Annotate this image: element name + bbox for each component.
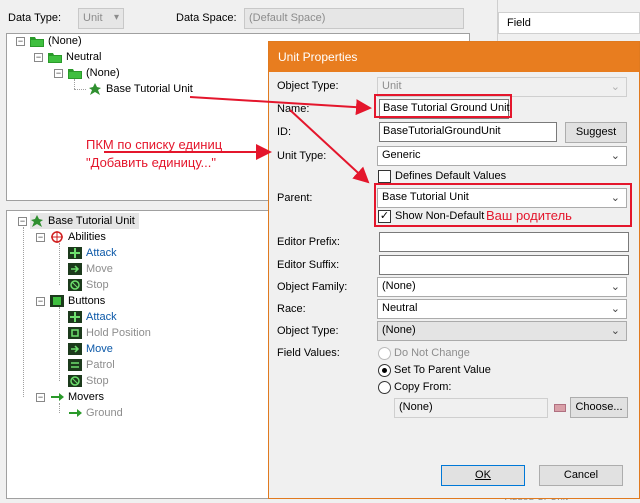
arrow-to-parent [289,109,370,184]
annotation-arrows [104,96,372,184]
arrow-to-name [189,96,372,116]
